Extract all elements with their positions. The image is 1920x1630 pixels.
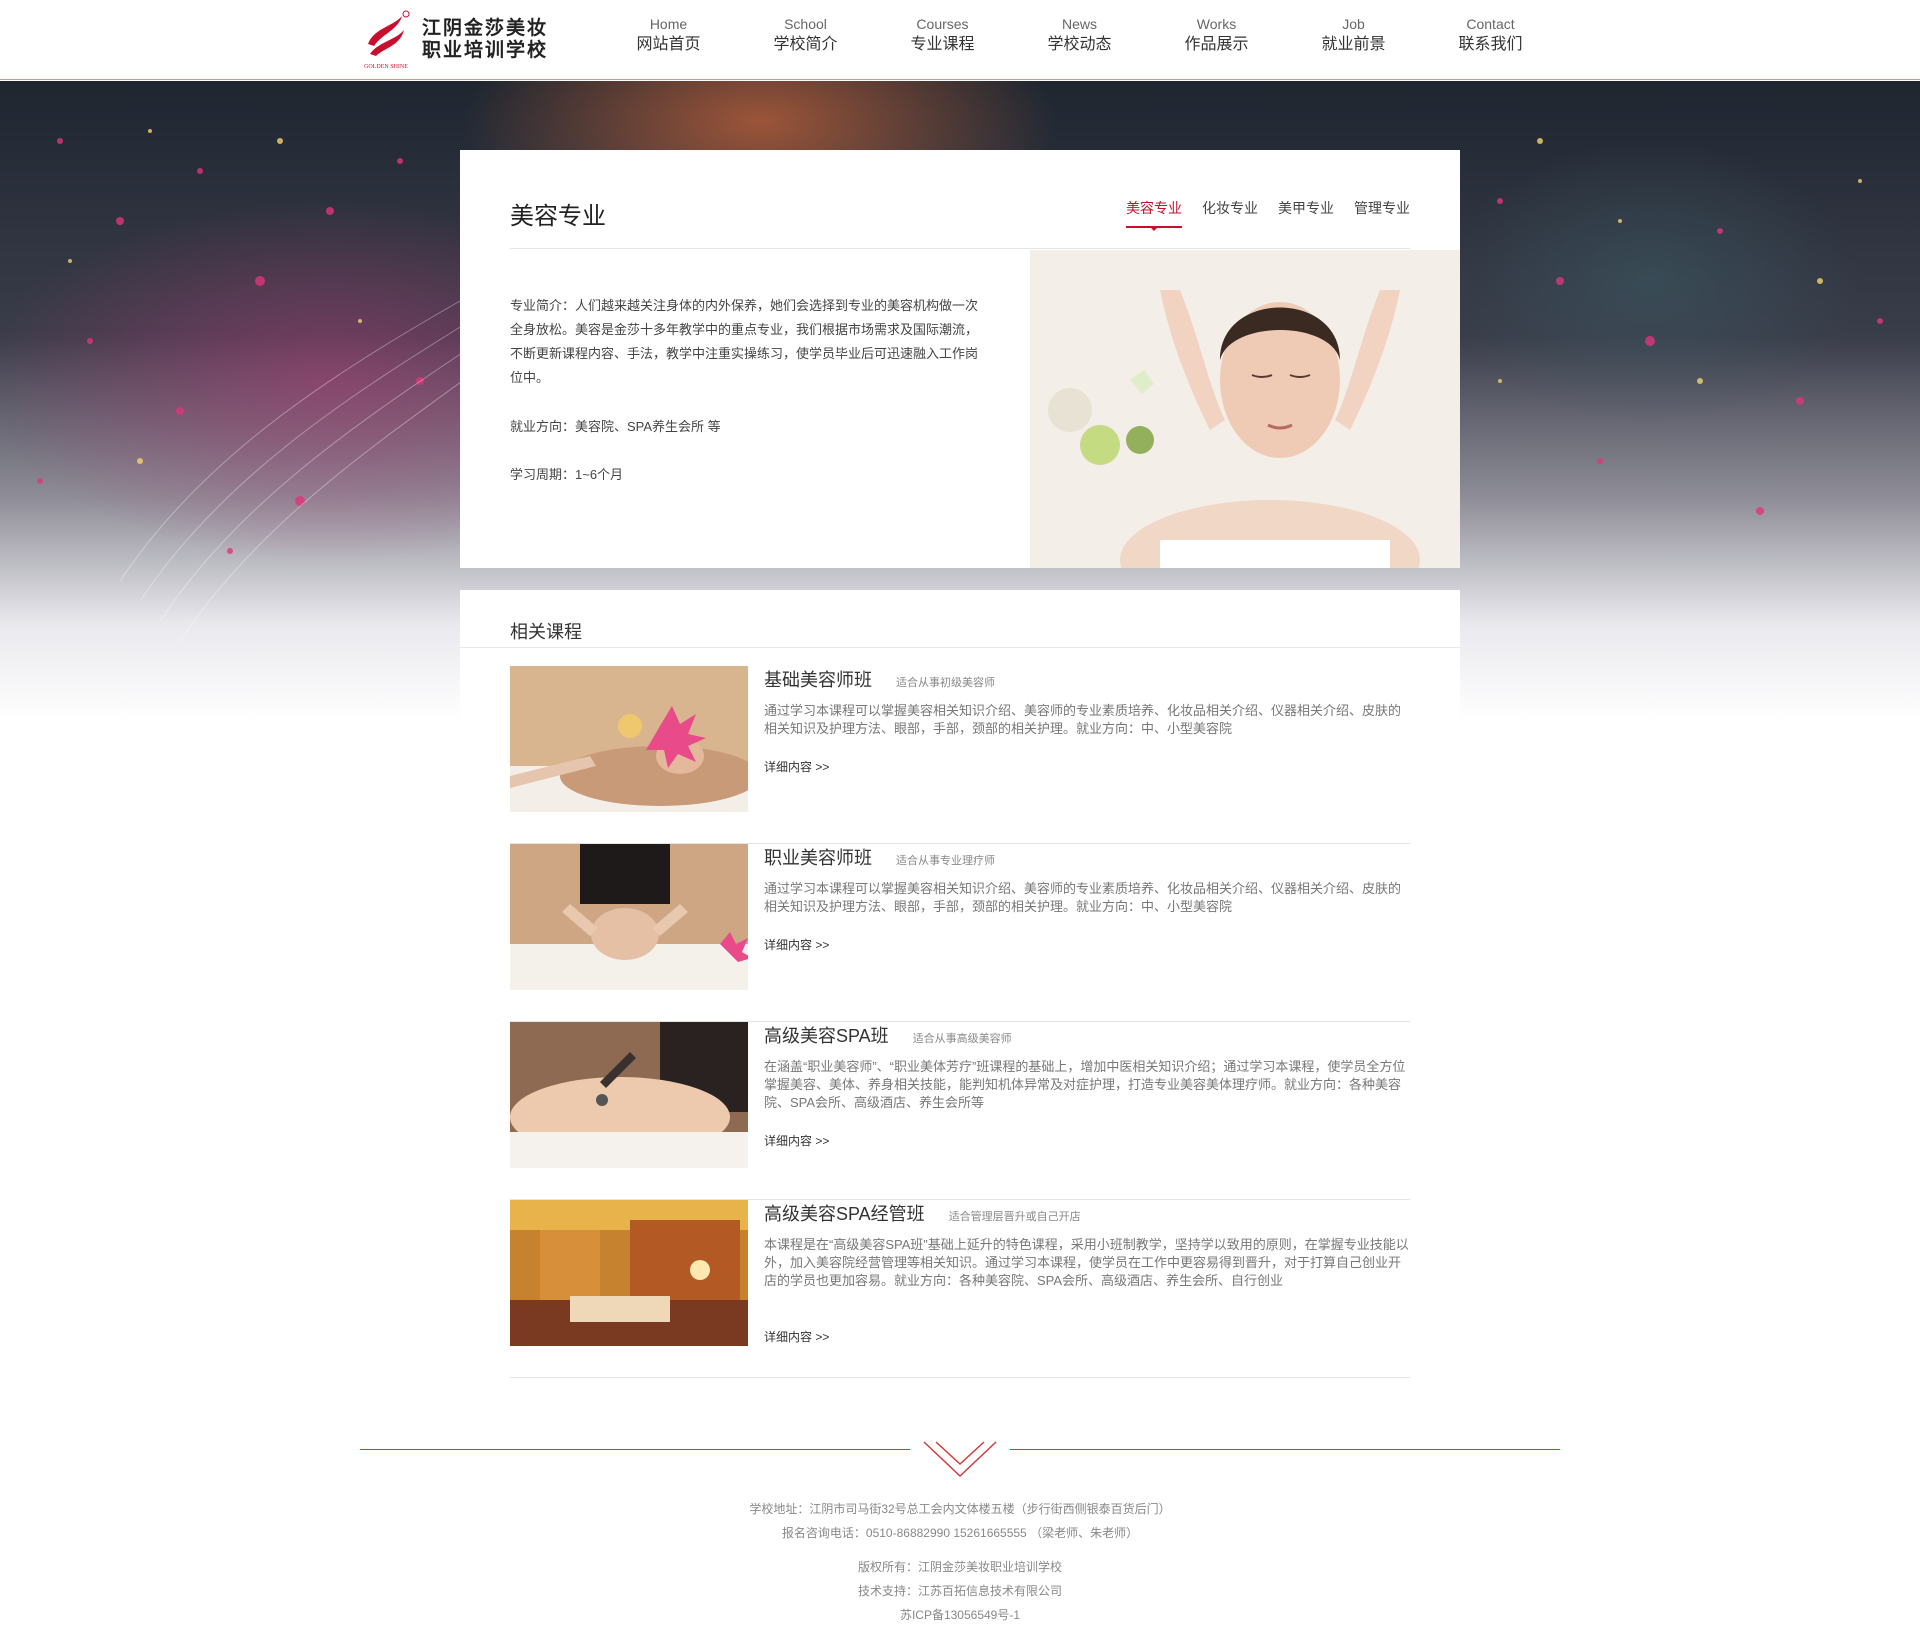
- tab-management[interactable]: 管理专业: [1354, 198, 1410, 228]
- tab-makeup[interactable]: 化妆专业: [1202, 198, 1258, 228]
- nav-item-contact[interactable]: Contact 联系我们: [1422, 14, 1559, 66]
- course-more-link[interactable]: 详细内容 >>: [764, 758, 829, 775]
- course-item: 基础美容师班 适合从事初级美容师 通过学习本课程可以掌握美容相关知识介绍、美容师…: [510, 666, 1410, 844]
- footer-divider-right: [1010, 1449, 1560, 1450]
- nav-item-cn: 作品展示: [1184, 36, 1249, 53]
- nav-item-cn: 就业前景: [1321, 36, 1386, 53]
- section-title: 相关课程: [510, 622, 582, 642]
- course-description: 本课程是在“高级美容SPA班”基础上延升的特色课程，采用小班制教学，坚持学以致用…: [764, 1237, 1409, 1288]
- logo-line1: 江阴金莎美妆: [422, 18, 549, 39]
- course-image[interactable]: [510, 1022, 748, 1168]
- footer-divider-left: [360, 1449, 910, 1450]
- footer-support[interactable]: 技术支持：江苏百拓信息技术有限公司: [0, 1582, 1920, 1599]
- chevron-down-icon: [922, 1440, 998, 1486]
- main-nav: Home 网站首页 School 学校简介 Courses 专业课程 News …: [600, 14, 1559, 66]
- major-intro-card: 美容专业 美容专业 化妆专业 美甲专业 管理专业 专业简介：人们越来越关注身体的…: [460, 150, 1460, 568]
- nav-item-home[interactable]: Home 网站首页: [600, 14, 737, 66]
- site-logo[interactable]: GOLDEN SHINE 江阴金莎美妆 职业培训学校: [360, 8, 560, 72]
- divider: [510, 248, 1410, 249]
- course-head: 基础美容师班 适合从事初级美容师: [764, 666, 995, 692]
- course-more-link[interactable]: 详细内容 >>: [764, 936, 829, 953]
- divider: [460, 647, 1460, 648]
- course-item: 高级美容SPA班 适合从事高级美容师 在涵盖“职业美容师”、“职业美体芳疗”班课…: [510, 1022, 1410, 1200]
- related-courses-section: 相关课程 基础美容师班 适合从事初级美容师 通过学习本课程可以掌握美容相关知识介…: [460, 590, 1460, 1380]
- logo-line2: 职业培训学校: [422, 40, 549, 61]
- nav-item-en: Works: [1196, 16, 1237, 32]
- tab-nail[interactable]: 美甲专业: [1278, 198, 1334, 228]
- course-item: 职业美容师班 适合从事专业理疗师 通过学习本课程可以掌握美容相关知识介绍、美容师…: [510, 844, 1410, 1022]
- course-image[interactable]: [510, 666, 748, 812]
- footer-icp[interactable]: 苏ICP备13056549号-1: [0, 1606, 1920, 1623]
- nav-item-cn: 网站首页: [636, 36, 701, 53]
- site-header: GOLDEN SHINE 江阴金莎美妆 职业培训学校 Home 网站首页 Sch…: [0, 0, 1920, 80]
- nav-item-en: Home: [649, 16, 688, 32]
- course-description: 通过学习本课程可以掌握美容相关知识介绍、美容师的专业素质培养、化妆品相关介绍、仪…: [764, 703, 1402, 736]
- course-title[interactable]: 高级美容SPA经管班: [764, 1200, 925, 1226]
- course-head: 职业美容师班 适合从事专业理疗师: [764, 844, 995, 870]
- golden-shine-logo-icon: GOLDEN SHINE: [360, 8, 412, 72]
- page-title: 美容专业: [510, 203, 606, 230]
- nav-item-cn: 学校简介: [773, 36, 838, 53]
- major-period: 学习周期：1~6个月: [510, 467, 624, 482]
- course-more-link[interactable]: 详细内容 >>: [764, 1132, 829, 1149]
- course-head: 高级美容SPA班 适合从事高级美容师: [764, 1022, 1012, 1048]
- nav-item-en: Courses: [916, 16, 969, 32]
- nav-item-cn: 学校动态: [1047, 36, 1112, 53]
- nav-item-courses[interactable]: Courses 专业课程: [874, 14, 1011, 66]
- course-title[interactable]: 高级美容SPA班: [764, 1022, 889, 1048]
- nav-item-en: News: [1061, 16, 1097, 32]
- course-image[interactable]: [510, 1200, 748, 1346]
- course-head: 高级美容SPA经管班 适合管理层晋升或自己开店: [764, 1200, 1081, 1226]
- major-direction: 就业方向：美容院、SPA养生会所 等: [510, 419, 721, 434]
- course-subtitle: 适合从事高级美容师: [912, 1033, 1012, 1045]
- course-description: 通过学习本课程可以掌握美容相关知识介绍、美容师的专业素质培养、化妆品相关介绍、仪…: [764, 881, 1402, 914]
- nav-item-news[interactable]: News 学校动态: [1011, 14, 1148, 66]
- facial-treatment-photo: [1030, 250, 1460, 568]
- nav-item-cn: 专业课程: [910, 36, 975, 53]
- course-subtitle: 适合管理层晋升或自己开店: [948, 1211, 1081, 1223]
- course-description: 在涵盖“职业美容师”、“职业美体芳疗”班课程的基础上，增加中医相关知识介绍；通过…: [764, 1059, 1406, 1110]
- nav-item-en: School: [784, 16, 827, 32]
- course-title[interactable]: 基础美容师班: [764, 666, 872, 692]
- nav-item-job[interactable]: Job 就业前景: [1285, 14, 1422, 66]
- nav-item-cn: 联系我们: [1458, 36, 1523, 53]
- footer-phone: 报名咨询电话：0510-86882990 15261665555 （梁老师、朱老…: [781, 1526, 1139, 1540]
- nav-item-en: Contact: [1466, 16, 1515, 32]
- nav-item-school[interactable]: School 学校简介: [737, 14, 874, 66]
- footer-copyright: 版权所有：江阴金莎美妆职业培训学校: [857, 1560, 1062, 1574]
- nav-item-works[interactable]: Works 作品展示: [1148, 14, 1285, 66]
- course-title[interactable]: 职业美容师班: [764, 844, 872, 870]
- nav-item-en: Job: [1342, 16, 1365, 32]
- tab-beauty[interactable]: 美容专业: [1126, 198, 1182, 231]
- course-subtitle: 适合从事专业理疗师: [896, 855, 995, 867]
- course-image[interactable]: [510, 844, 748, 990]
- course-item: 高级美容SPA经管班 适合管理层晋升或自己开店 本课程是在“高级美容SPA班”基…: [510, 1200, 1410, 1378]
- course-more-link[interactable]: 详细内容 >>: [764, 1328, 829, 1345]
- major-intro-text: 专业简介：人们越来越关注身体的内外保养，她们会选择到专业的美容机构做一次全身放松…: [510, 298, 979, 385]
- footer-address: 学校地址：江阴市司马街32号总工会内文体楼五楼（步行街西侧银泰百货后门）: [749, 1502, 1171, 1516]
- logo-text: 江阴金莎美妆 职业培训学校: [422, 18, 548, 62]
- course-subtitle: 适合从事初级美容师: [896, 677, 995, 689]
- logo-brand-text: GOLDEN SHINE: [364, 64, 408, 70]
- major-tabs: 美容专业 化妆专业 美甲专业 管理专业: [1126, 198, 1410, 231]
